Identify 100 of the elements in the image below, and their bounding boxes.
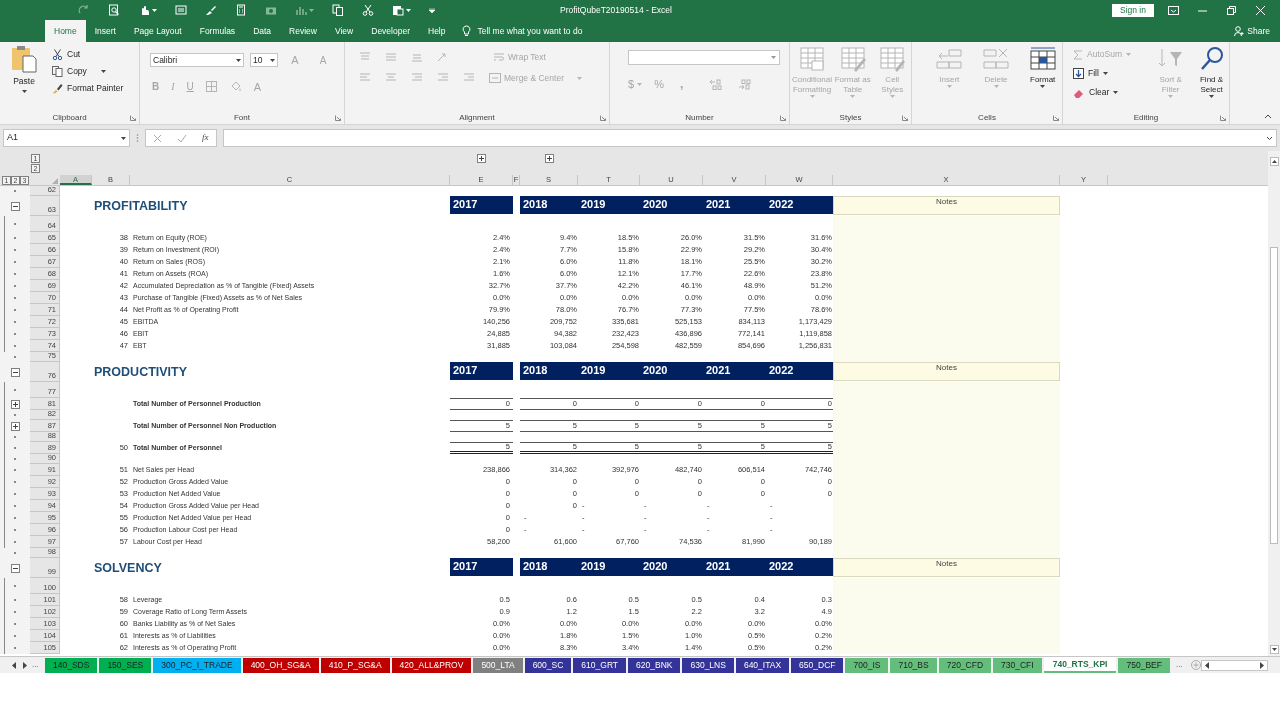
decrease-decimal-icon[interactable] [738, 78, 752, 90]
sheet-tab[interactable]: 420_ALL&PROV [391, 657, 472, 673]
expand-button[interactable] [544, 154, 554, 163]
sheet-tab[interactable]: 650_DCF [791, 657, 844, 673]
sheet-tab[interactable]: 600_SC [524, 657, 572, 673]
fill-button[interactable]: Fill [1073, 65, 1148, 82]
sheet-tab[interactable]: 740_RTS_KPI [1043, 657, 1117, 673]
sheet-tab[interactable]: 500_LTA [473, 657, 523, 673]
sheet-tab[interactable]: 710_BS [890, 657, 937, 673]
sheet-tab[interactable]: 400_OH_SG&A [242, 657, 319, 673]
next-sheet-icon[interactable] [22, 661, 28, 669]
dialog-launcher-icon[interactable] [1053, 115, 1059, 121]
section-title: PRODUCTIVITY [94, 363, 188, 381]
sheet-tab[interactable]: 700_IS [845, 657, 889, 673]
sheet-tab[interactable]: 730_CFI [993, 657, 1042, 673]
dialog-launcher-icon[interactable] [902, 115, 908, 121]
select-all-icon[interactable] [52, 178, 58, 184]
form-icon[interactable] [175, 4, 187, 16]
ribbon-tab[interactable]: Developer [362, 20, 419, 42]
ribbon-tab[interactable]: Help [419, 20, 455, 42]
sheet-tab[interactable]: 300_PC_I_TRADE [153, 657, 241, 673]
redo-icon[interactable] [78, 4, 90, 16]
more-sheets-button[interactable]: ... [31, 659, 39, 671]
grip-icon [136, 133, 139, 143]
dialog-launcher-icon[interactable] [130, 115, 136, 121]
vertical-scrollbar[interactable] [1268, 151, 1280, 656]
copy-button[interactable]: Copy [50, 63, 126, 80]
clear-button[interactable]: Clear [1073, 84, 1148, 101]
borders-icon[interactable] [205, 81, 218, 93]
dialog-launcher-icon[interactable] [780, 115, 786, 121]
previous-sheet-icon[interactable] [12, 661, 18, 669]
ribbon-tab[interactable]: View [325, 20, 363, 42]
insert-cells-icon [935, 46, 964, 72]
lightbulb-icon[interactable] [462, 25, 472, 37]
sheet-tab[interactable]: 610_GRT [573, 657, 627, 673]
ribbon-tab[interactable]: Page Layout [124, 20, 191, 42]
scissors-icon [52, 49, 63, 60]
collapse-ribbon-icon[interactable] [1264, 114, 1272, 119]
print-preview-icon[interactable] [108, 4, 120, 16]
scroll-right-icon[interactable] [1259, 661, 1265, 669]
horizontal-scrollbar[interactable] [1200, 659, 1268, 671]
ribbon-tab[interactable]: Review [280, 20, 326, 42]
ribbon-tab[interactable]: Home [45, 20, 86, 42]
dialog-launcher-icon[interactable] [1220, 115, 1226, 121]
fill-color-icon[interactable] [229, 81, 242, 93]
sign-in-button[interactable]: Sign in [1112, 3, 1154, 17]
calculator-icon[interactable] [235, 4, 247, 16]
paste-icon[interactable] [392, 4, 404, 16]
brush-icon[interactable] [205, 4, 217, 16]
ribbon-tab[interactable]: Data [244, 20, 281, 42]
scroll-up-icon[interactable] [1269, 157, 1279, 166]
sheet-tab[interactable]: 140_SDS [45, 657, 98, 673]
increase-decimal-icon[interactable] [709, 78, 723, 90]
ribbon-tab[interactable]: Insert [85, 20, 125, 42]
scroll-thumb[interactable] [1270, 247, 1278, 544]
sheet-tab[interactable]: 620_BNK [628, 657, 681, 673]
dialog-launcher-icon[interactable] [335, 115, 341, 121]
restore-icon[interactable] [1226, 5, 1237, 15]
scroll-left-icon[interactable] [1203, 661, 1210, 669]
scissors-icon[interactable] [362, 4, 374, 16]
tell-me-search[interactable]: Tell me what you want to do [477, 24, 583, 38]
collapse-button[interactable] [10, 367, 20, 377]
share-button[interactable]: Share [1234, 20, 1280, 42]
scroll-down-icon[interactable] [1269, 645, 1279, 654]
format-painter-button[interactable]: Format Painter [50, 80, 126, 97]
caret-icon[interactable] [309, 8, 314, 12]
sheet-tab[interactable]: 150_SES [99, 657, 152, 673]
more-sheets-button[interactable]: ... [1171, 659, 1187, 671]
expand-button[interactable] [10, 399, 20, 409]
caret-icon[interactable] [152, 8, 157, 12]
name-box[interactable]: A1 [3, 129, 130, 147]
close-icon[interactable] [1255, 5, 1266, 15]
number-format-field[interactable] [628, 50, 780, 65]
cut-button[interactable]: Cut [50, 46, 126, 63]
copy-icon[interactable] [332, 4, 344, 16]
formula-input[interactable] [223, 129, 1277, 147]
chart-icon[interactable] [295, 4, 307, 16]
customize-caret-icon[interactable] [429, 7, 435, 13]
ribbon-display-icon[interactable] [1168, 5, 1179, 15]
year-header: 2020 [640, 362, 703, 380]
expand-button[interactable] [477, 154, 486, 163]
sheet-tab[interactable]: 640_ITAX [735, 657, 790, 673]
caret-icon [850, 95, 856, 98]
ribbon-tab[interactable]: Formulas [190, 20, 245, 42]
enter-icon[interactable] [177, 133, 188, 143]
year-header: 2017 [450, 362, 513, 380]
format-button[interactable]: Format [1023, 46, 1062, 88]
find-select-button[interactable]: Find & Select [1194, 46, 1229, 101]
sheet-tab[interactable]: 720_CFD [938, 657, 992, 673]
paste-button[interactable]: Paste [6, 45, 42, 111]
collapse-button[interactable] [10, 201, 20, 211]
cancel-icon[interactable] [153, 133, 163, 143]
sheet-tab[interactable]: 410_P_SG&A [320, 657, 390, 673]
caret-icon[interactable] [406, 8, 411, 12]
dialog-launcher-icon[interactable] [600, 115, 606, 121]
sheet-tab[interactable]: 630_LNS [682, 657, 734, 673]
collapse-button[interactable] [10, 563, 20, 573]
insert-function-button[interactable]: fx [202, 131, 209, 145]
sheet-tab[interactable]: 750_BEF [1118, 657, 1170, 673]
expand-button[interactable] [10, 421, 20, 431]
